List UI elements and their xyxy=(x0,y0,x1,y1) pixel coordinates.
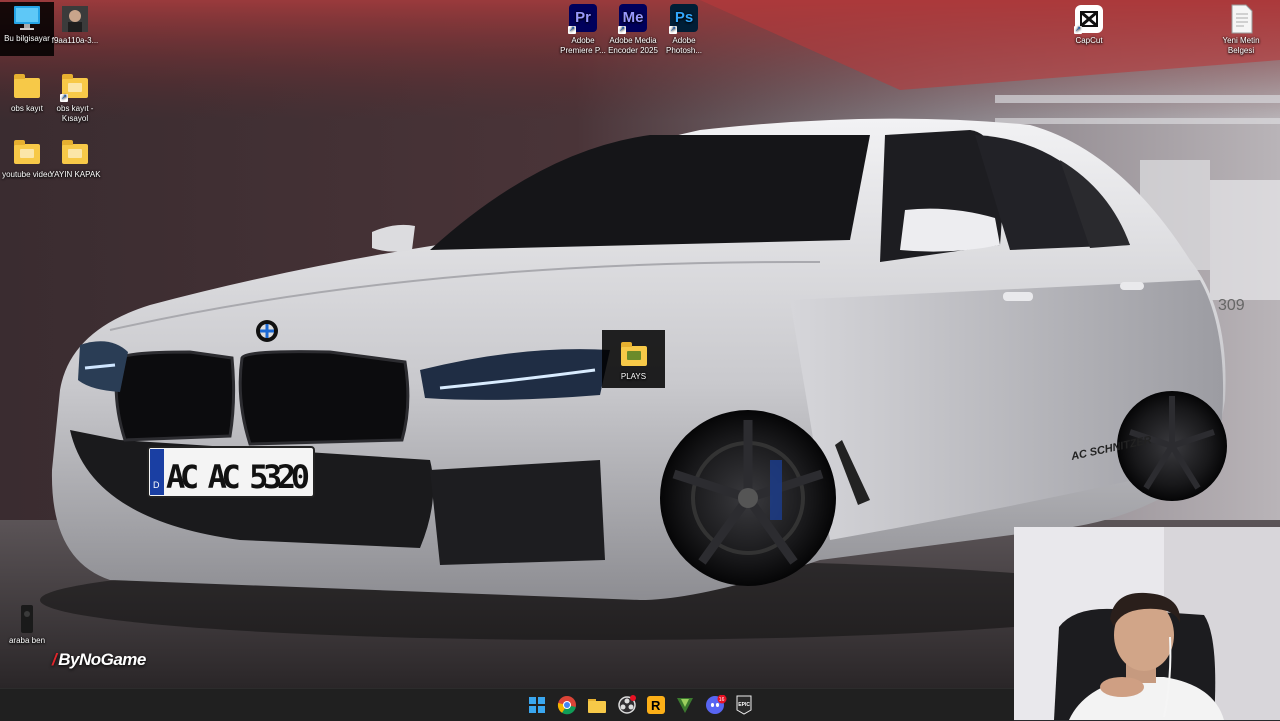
desktop-icon-label: araba ben xyxy=(8,636,46,645)
desktop-icon-label: PLAYS xyxy=(620,372,647,381)
photo-icon xyxy=(60,4,90,34)
obs-button[interactable] xyxy=(617,695,637,715)
desktop-icon-text-document[interactable]: Yeni Metin Belgesi xyxy=(1214,4,1268,56)
shortcut-arrow-icon: ↗ xyxy=(618,26,626,34)
desktop-icon-araba-ben[interactable]: araba ben xyxy=(0,604,54,646)
rockstar-button[interactable]: R xyxy=(646,695,666,715)
desktop-icon-label: obs kayıt - Kısayol xyxy=(56,104,94,123)
wall-number: 309 xyxy=(1218,297,1245,314)
desktop-icon-premiere[interactable]: Pr ↗ Adobe Premiere P... xyxy=(556,4,610,56)
folder-icon xyxy=(12,72,42,102)
folder-icon xyxy=(12,138,42,168)
text-document-icon xyxy=(1226,4,1256,34)
desktop-icon-photoshop[interactable]: Ps ↗ Adobe Photosh... xyxy=(657,4,711,56)
discord-button[interactable]: 16 xyxy=(705,694,727,715)
desktop-icon-photo-file[interactable]: f9aa110a-3... xyxy=(48,4,102,46)
desktop-icon-obs-kayit[interactable]: obs kayıt xyxy=(0,72,54,114)
desktop-icon-capcut[interactable]: ↗ CapCut xyxy=(1062,4,1116,46)
desktop-icon-label: Adobe Photosh... xyxy=(665,36,703,55)
svg-text:EPIC: EPIC xyxy=(738,702,750,708)
discord-badge: 16 xyxy=(719,697,725,703)
desktop-icon-media-encoder[interactable]: Me ↗ Adobe Media Encoder 2025 xyxy=(606,4,660,56)
vegas-icon xyxy=(677,698,693,713)
monitor-icon xyxy=(12,2,42,32)
desktop-icon-label: Adobe Premiere P... xyxy=(560,36,606,55)
desktop-icon-label: YAYIN KAPAK xyxy=(49,170,101,179)
license-plate: AC AC 5320 xyxy=(166,458,310,496)
folder-shortcut-icon: ↗ xyxy=(60,72,90,102)
start-button[interactable] xyxy=(527,695,547,715)
webcam-overlay xyxy=(1014,527,1280,720)
chrome-icon xyxy=(557,696,576,715)
desktop-icon-label: Bu bilgisayar xyxy=(4,34,50,43)
desktop-icon-youtube-video[interactable]: youtube video xyxy=(0,138,54,180)
shortcut-arrow-icon: ↗ xyxy=(60,94,68,102)
chrome-button[interactable] xyxy=(557,695,577,715)
taskbar: R 16 EPIC xyxy=(0,688,1014,721)
desktop-icon-yayin-kapak[interactable]: YAYIN KAPAK xyxy=(48,138,102,180)
discord-icon: 16 xyxy=(706,694,727,714)
phone-video-icon xyxy=(12,604,42,634)
shortcut-arrow-icon: ↗ xyxy=(568,26,576,34)
file-explorer-button[interactable] xyxy=(587,695,607,715)
desktop-icon-label: Yeni Metin Belgesi xyxy=(1222,36,1260,55)
windows-icon xyxy=(529,697,545,713)
desktop-icon-label: obs kayıt xyxy=(10,104,43,113)
rockstar-icon: R xyxy=(647,696,665,714)
obs-icon xyxy=(618,695,636,714)
shortcut-arrow-icon: ↗ xyxy=(669,26,677,34)
vegas-button[interactable] xyxy=(675,695,695,715)
desktop-icon-label: f9aa110a-3... xyxy=(51,36,99,45)
desktop-icon-label: youtube video xyxy=(2,170,52,179)
shortcut-arrow-icon: ↗ xyxy=(1074,26,1082,34)
desktop-icon-this-pc[interactable]: Bu bilgisayar xyxy=(0,2,54,56)
folder-icon xyxy=(588,699,606,713)
folder-icon xyxy=(619,340,649,370)
desktop-icon-plays[interactable]: PLAYS xyxy=(602,330,665,388)
bynogame-logo-icon: / xyxy=(52,650,57,669)
bynogame-watermark: / ByNoGame xyxy=(52,650,146,669)
folder-icon xyxy=(60,138,90,168)
desktop-icon-obs-kayit-shortcut[interactable]: ↗ obs kayıt - Kısayol xyxy=(48,72,102,124)
capcut-icon: ↗ xyxy=(1074,4,1104,34)
desktop-icon-label: Adobe Media Encoder 2025 xyxy=(608,36,658,55)
svg-text:R: R xyxy=(651,698,661,713)
plate-country: D xyxy=(153,480,160,490)
desktop-icon-label: CapCut xyxy=(1075,36,1103,45)
epic-games-button[interactable]: EPIC xyxy=(734,695,754,715)
epic-games-icon: EPIC xyxy=(736,695,752,715)
